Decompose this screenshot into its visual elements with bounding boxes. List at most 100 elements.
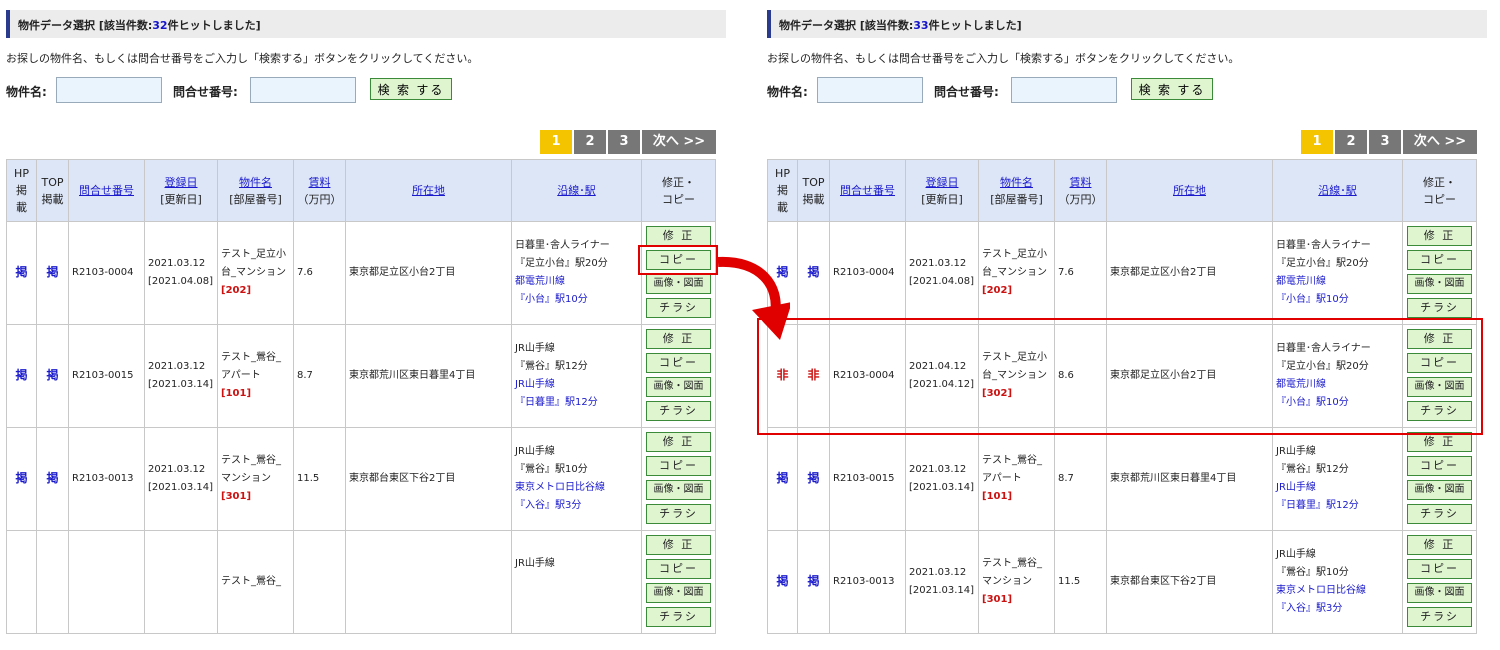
property-name-input[interactable] [817, 77, 923, 103]
copy-button[interactable]: コピー [1407, 456, 1472, 476]
search-button[interactable]: 検 索 する [370, 78, 452, 100]
property-name: テスト_鶯谷_ [221, 576, 281, 587]
hp-flag-cell: 掲 [6, 221, 37, 325]
sort-name-link[interactable]: 物件名 [239, 176, 272, 189]
sort-name-link[interactable]: 物件名 [1000, 176, 1033, 189]
next-page-button[interactable]: 次へ >> [642, 130, 716, 154]
search-button[interactable]: 検 索 する [1131, 78, 1213, 100]
sort-inquiry-link[interactable]: 問合せ番号 [79, 184, 134, 197]
edit-button[interactable]: 修 正 [1407, 432, 1472, 452]
sort-address-link[interactable]: 所在地 [412, 184, 445, 197]
title-suffix: 件ヒットしました] [928, 19, 1022, 32]
edit-button[interactable]: 修 正 [1407, 226, 1472, 246]
table-row: 掲 掲 R2103-0004 2021.03.12 [2021.04.08] テス… [6, 221, 716, 325]
col-name: 物件名 [部屋番号] [217, 159, 294, 222]
inquiry-number-input[interactable] [250, 77, 356, 103]
hp-flag-cell [6, 530, 37, 634]
date-cell: 2021.03.12 [2021.04.08] [144, 221, 218, 325]
station-2[interactable]: 『小台』駅10分 [1276, 294, 1349, 305]
page-2-button[interactable]: 2 [574, 130, 606, 154]
line-2[interactable]: JR山手線 [515, 379, 555, 390]
station-2[interactable]: 『入谷』駅3分 [1276, 603, 1342, 614]
instruction-text: お探しの物件名、もしくは問合せ番号をご入力し「検索する」ボタンをクリックしてくだ… [767, 52, 1240, 65]
table-header: HP 掲 載 TOP 掲載 問合せ番号 登録日 [更新日] 物件名 [部屋番号] 賃… [6, 159, 716, 222]
updated-date: [2021.03.14] [148, 379, 214, 390]
top-flag: 掲 [46, 471, 59, 485]
rent-cell: 11.5 [1054, 530, 1107, 634]
flyer-button[interactable]: チラシ [646, 401, 711, 421]
top-flag-cell: 掲 [797, 530, 830, 634]
flyer-button[interactable]: チラシ [646, 607, 711, 627]
sort-rent-link[interactable]: 賃料 [1070, 176, 1092, 189]
line-2[interactable]: JR山手線 [1276, 482, 1316, 493]
flyer-button[interactable]: チラシ [1407, 607, 1472, 627]
copy-button[interactable]: コピー [1407, 559, 1472, 579]
edit-button[interactable]: 修 正 [646, 432, 711, 452]
flyer-button[interactable]: チラシ [1407, 504, 1472, 524]
copy-button[interactable]: コピー [646, 559, 711, 579]
sort-date-link[interactable]: 登録日 [926, 176, 959, 189]
sort-address-link[interactable]: 所在地 [1173, 184, 1206, 197]
images-button[interactable]: 画像・図面 [1407, 480, 1472, 500]
name-cell: テスト_鶯谷_ [217, 530, 294, 634]
copy-button[interactable]: コピー [1407, 250, 1472, 270]
line-2[interactable]: 東京メトロ日比谷線 [1276, 585, 1366, 596]
hp-flag: 掲 [15, 265, 28, 279]
station-2[interactable]: 『小台』駅10分 [515, 294, 588, 305]
property-name: テスト_鶯谷_マンション [982, 558, 1042, 587]
edit-button[interactable]: 修 正 [646, 535, 711, 555]
name-cell: テスト_鶯谷_アパート [101] [978, 427, 1055, 531]
col-date-sub: [更新日] [160, 192, 202, 206]
actions-cell: 修 正 コピー 画像・図面 チラシ [641, 530, 716, 634]
top-flag-cell: 掲 [36, 221, 69, 325]
copy-button[interactable]: コピー [646, 353, 711, 373]
images-button[interactable]: 画像・図面 [1407, 274, 1472, 294]
address-cell: 東京都荒川区東日暮里4丁目 [1106, 427, 1273, 531]
images-button[interactable]: 画像・図面 [1407, 583, 1472, 603]
col-address: 所在地 [345, 159, 512, 222]
property-name-input[interactable] [56, 77, 162, 103]
sort-date-link[interactable]: 登録日 [165, 176, 198, 189]
sort-line-link[interactable]: 沿線･駅 [557, 184, 596, 197]
property-name-label: 物件名: [6, 85, 47, 99]
line-2[interactable]: 都電荒川線 [1276, 276, 1326, 287]
inquiry-number-input[interactable] [1011, 77, 1117, 103]
page-1-button[interactable]: 1 [540, 130, 572, 154]
title-prefix: 物件データ選択 [該当件数: [779, 19, 914, 32]
inquiry-cell: R2103-0013 [829, 530, 906, 634]
name-cell: テスト_足立小台_マンション [202] [217, 221, 294, 325]
col-hp-label: HP 掲 載 [14, 167, 29, 214]
images-button[interactable]: 画像・図面 [646, 480, 711, 500]
property-table: HP 掲 載 TOP 掲載 問合せ番号 登録日 [更新日] 物件名 [部屋番号] 賃… [6, 159, 716, 634]
page-3-button[interactable]: 3 [608, 130, 640, 154]
top-flag-cell: 掲 [797, 221, 830, 325]
panel-title: 物件データ選択 [該当件数:32件ヒットしました] [6, 10, 726, 38]
page-2-button[interactable]: 2 [1335, 130, 1367, 154]
copy-button[interactable]: コピー [646, 456, 711, 476]
edit-button[interactable]: 修 正 [1407, 535, 1472, 555]
col-edit: 修正・ コピー [641, 159, 716, 222]
station-1: 『鶯谷』駅12分 [1276, 464, 1349, 475]
station-2[interactable]: 『入谷』駅3分 [515, 500, 581, 511]
sort-inquiry-link[interactable]: 問合せ番号 [840, 184, 895, 197]
actions-cell: 修 正 コピー 画像・図面 チラシ [1402, 530, 1477, 634]
sort-line-link[interactable]: 沿線･駅 [1318, 184, 1357, 197]
line-2[interactable]: 東京メトロ日比谷線 [515, 482, 605, 493]
line-2[interactable]: 都電荒川線 [515, 276, 565, 287]
page-3-button[interactable]: 3 [1369, 130, 1401, 154]
actions-cell: 修 正 コピー 画像・図面 チラシ [641, 427, 716, 531]
flyer-button[interactable]: チラシ [1407, 298, 1472, 318]
images-button[interactable]: 画像・図面 [646, 377, 711, 397]
table-header: HP 掲 載 TOP 掲載 問合せ番号 登録日 [更新日] 物件名 [部屋番号] 賃… [767, 159, 1477, 222]
station-2[interactable]: 『日暮里』駅12分 [515, 397, 598, 408]
sort-rent-link[interactable]: 賃料 [309, 176, 331, 189]
next-page-button[interactable]: 次へ >> [1403, 130, 1477, 154]
inquiry-number-label: 問合せ番号: [934, 85, 999, 99]
images-button[interactable]: 画像・図面 [646, 583, 711, 603]
flyer-button[interactable]: チラシ [646, 504, 711, 524]
rent-cell: 7.6 [1054, 221, 1107, 325]
inquiry-number-label: 問合せ番号: [173, 85, 238, 99]
page-1-button[interactable]: 1 [1301, 130, 1333, 154]
station-2[interactable]: 『日暮里』駅12分 [1276, 500, 1359, 511]
new-row-highlight [757, 318, 1483, 435]
